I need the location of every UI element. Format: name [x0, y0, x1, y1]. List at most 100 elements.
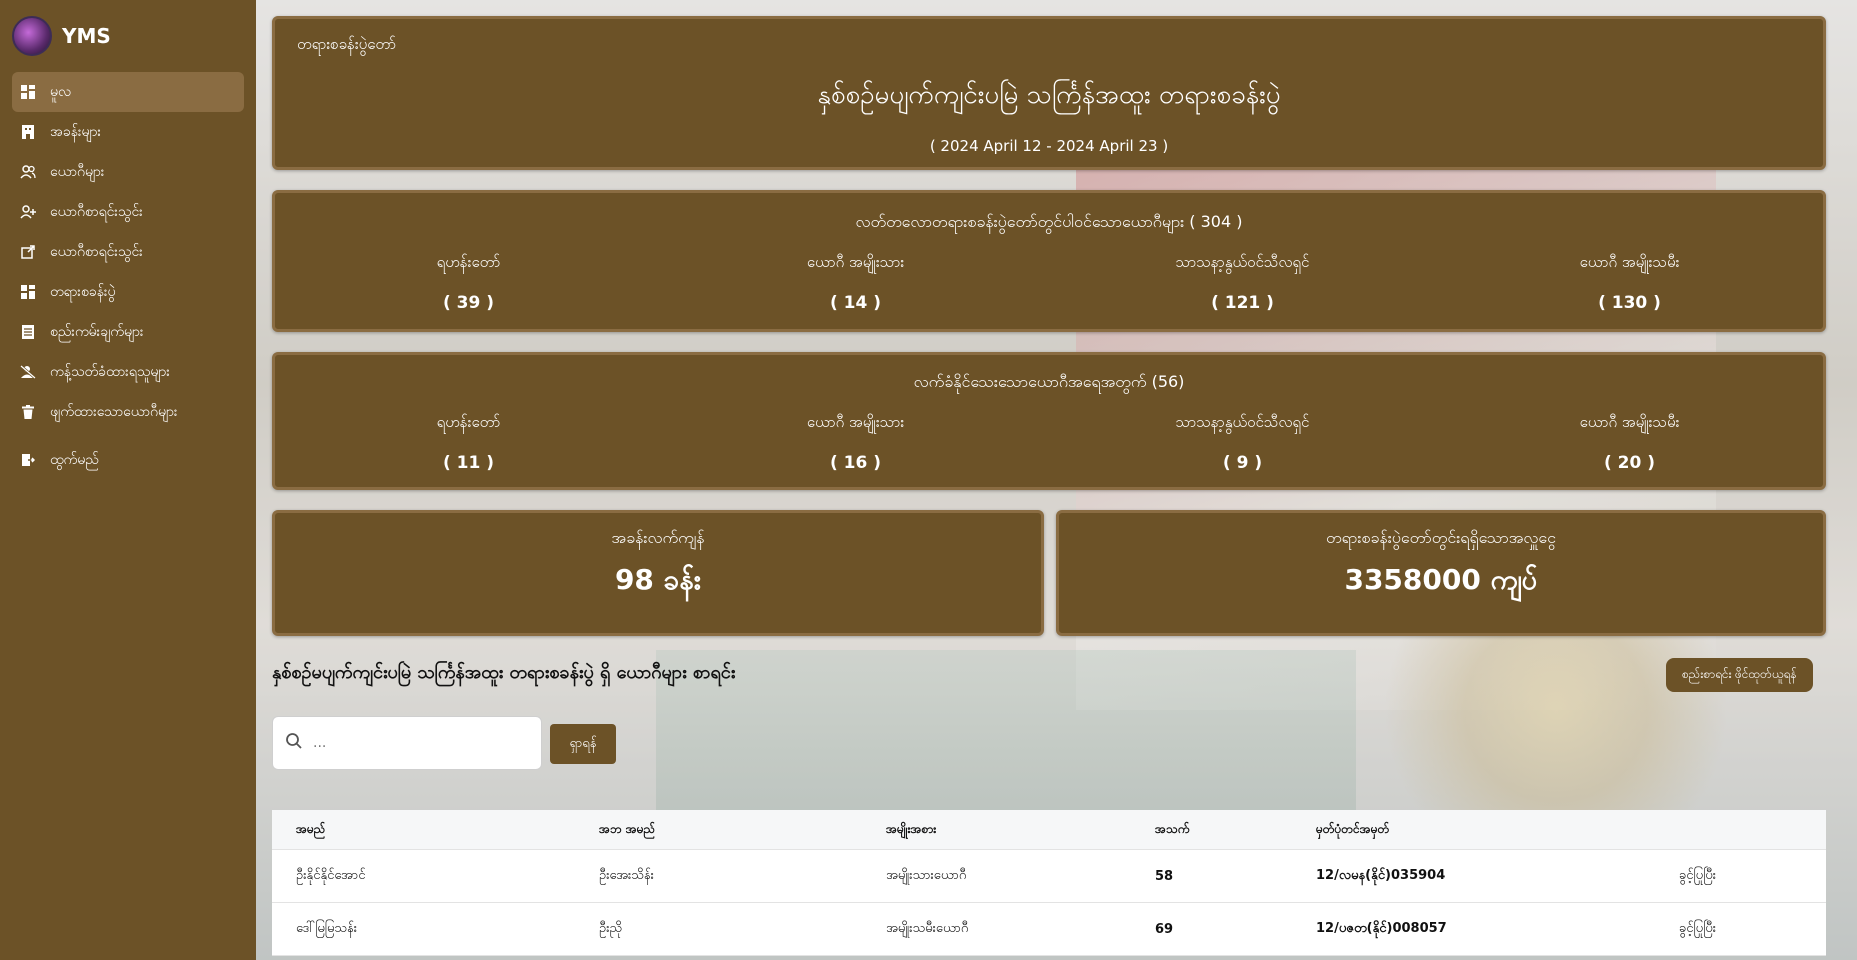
stat-value: ( 130 )	[1598, 293, 1661, 313]
sidebar-item-label: ဖျက်ထားသောယောဂီများ	[50, 403, 178, 420]
stat-value: ( 9 )	[1222, 453, 1263, 473]
available-heading: လက်ခံနိုင်သေးသောယောဂီအရေအတွက် (56)	[913, 372, 1185, 391]
sidebar-item-label: ယောဂီများ	[50, 163, 105, 180]
stat-nuns: သာသနာ့နွယ်ဝင်သီလရှင် ( 9 )	[1049, 413, 1436, 473]
event-title: နှစ်စဉ်မပျက်ကျင်းပမြဲ သင်္ကြန်အထူး တရားစ…	[817, 80, 1281, 110]
stat-monks: ရဟန်းတော် ( 11 )	[275, 413, 662, 473]
external-link-icon	[20, 244, 36, 260]
stat-label: သာသနာ့နွယ်ဝင်သီလရှင်	[1175, 413, 1310, 431]
sidebar-item-restricted[interactable]: ကန့်သတ်ခံထားရသူများ	[12, 352, 244, 392]
table-header: အမည် အဘ အမည် အမျိုးအစား အသက် မှတ်ပုံတင်အ…	[272, 810, 1826, 850]
cell-nrc: 12/ပဇတ(နိုင်)008057	[1316, 920, 1447, 936]
sidebar-item-home[interactable]: မူလ	[12, 72, 244, 112]
registered-stats-card: လတ်တလောတရားစခန်းပွဲတော်တွင်ပါဝင်သောယောဂီ…	[272, 190, 1826, 332]
rooms-remaining-value: 98 ခန်း	[614, 563, 702, 596]
column-header-father: အဘ အမည်	[599, 821, 656, 836]
cell-age: 69	[1155, 921, 1174, 937]
stat-label: ယောဂီ အမျိုးသမီး	[1579, 253, 1680, 271]
cell-name: ဒေါ်မြမြသန်း	[296, 920, 358, 936]
dashboard-icon	[20, 84, 36, 100]
sidebar-item-label: ယောဂီစာရင်းသွင်း	[50, 243, 143, 260]
stat-female-yogis: ယောဂီ အမျိုးသမီး ( 130 )	[1436, 253, 1823, 313]
cell-nrc: 12/လမန(နိုင်)035904	[1316, 867, 1446, 883]
stat-value: ( 20 )	[1603, 453, 1656, 473]
stat-label: ယောဂီ အမျိုးသား	[806, 413, 905, 431]
dashboard-icon	[20, 284, 36, 300]
column-header-nrc: မှတ်ပုံတင်အမှတ်	[1316, 821, 1390, 836]
block-user-icon	[20, 364, 36, 380]
stat-value: ( 39 )	[442, 293, 495, 313]
sidebar-item-label: တရားစခန်းပွဲ	[50, 283, 116, 300]
stat-nuns: သာသနာ့နွယ်ဝင်သီလရှင် ( 121 )	[1049, 253, 1436, 313]
room-icon	[20, 124, 36, 140]
event-date-range: ( 2024 April 12 - 2024 April 23 )	[929, 137, 1169, 155]
stat-female-yogis: ယောဂီ အမျိုးသမီး ( 20 )	[1436, 413, 1823, 473]
list-icon	[20, 324, 36, 340]
donation-value: 3358000 ကျပ်	[1344, 563, 1538, 596]
sidebar-item-label: ယောဂီစာရင်းသွင်း	[50, 203, 143, 220]
cell-type: အမျိုးသားယောဂီ	[886, 867, 967, 883]
stat-value: ( 121 )	[1211, 293, 1274, 313]
sidebar-item-register-external[interactable]: ယောဂီစာရင်းသွင်း	[12, 232, 244, 272]
donation-label: တရားစခန်းပွဲတော်တွင်းရရှိသောအလှူငွေ	[1326, 528, 1556, 547]
nav-divider	[12, 432, 244, 440]
search-icon	[285, 732, 303, 754]
rooms-remaining-label: အခန်းလက်ကျန်	[611, 528, 705, 547]
stat-value: ( 16 )	[829, 453, 882, 473]
trash-icon	[20, 404, 36, 420]
sidebar-item-label: ကန့်သတ်ခံထားရသူများ	[50, 363, 170, 380]
available-stats: ရဟန်းတော် ( 11 ) ယောဂီ အမျိုးသား ( 16 ) …	[275, 413, 1823, 473]
column-header-age: အသက်	[1155, 821, 1190, 836]
donation-card: တရားစခန်းပွဲတော်တွင်းရရှိသောအလှူငွေ 3358…	[1056, 510, 1826, 636]
cell-status: ခွင့်ပြုပြီး	[1678, 867, 1716, 883]
table-row[interactable]: ဒေါ်မြမြသန်း ဦးညို အမျိုးသမီးယောဂီ 69 12…	[272, 903, 1826, 956]
cell-age: 58	[1155, 868, 1174, 884]
sidebar-item-retreats[interactable]: တရားစခန်းပွဲ	[12, 272, 244, 312]
sidebar-item-register[interactable]: ယောဂီစာရင်းသွင်း	[12, 192, 244, 232]
stat-value: ( 11 )	[442, 453, 495, 473]
avatar	[12, 16, 52, 56]
stat-label: ရဟန်းတော်	[436, 253, 501, 271]
event-caption: တရားစခန်းပွဲတော်	[297, 35, 397, 53]
sidebar-item-rooms[interactable]: အခန်းများ	[12, 112, 244, 152]
stat-label: ရဟန်းတော်	[436, 413, 501, 431]
sidebar-item-label: မူလ	[50, 83, 72, 100]
sidebar-item-rules[interactable]: စည်းကမ်းချက်များ	[12, 312, 244, 352]
cell-status: ခွင့်ပြုပြီး	[1678, 920, 1716, 936]
sidebar: YMS မူလ အခန်းများ ယောဂီများ ယောဂီစာရင်းသ…	[0, 0, 256, 960]
users-icon	[20, 164, 36, 180]
sidebar-nav: မူလ အခန်းများ ယောဂီများ ယောဂီစာရင်းသွင်း…	[0, 72, 256, 480]
cell-father: ဦးအေးသိန်း	[599, 867, 654, 883]
table-row[interactable]: ဦးနိုင်နိုင်အောင် ဦးအေးသိန်း အမျိုးသားယေ…	[272, 850, 1826, 903]
sidebar-item-label: အခန်းများ	[50, 123, 102, 140]
brand: YMS	[0, 0, 256, 72]
stat-value: ( 14 )	[829, 293, 882, 313]
yogi-list-title: နှစ်စဉ်မပျက်ကျင်းပမြဲ သင်္ကြန်အထူး တရားစ…	[272, 662, 736, 683]
brand-name: YMS	[62, 24, 111, 48]
search-box	[272, 716, 542, 770]
search-input[interactable]	[313, 735, 513, 751]
registered-stats: ရဟန်းတော် ( 39 ) ယောဂီ အမျိုးသား ( 14 ) …	[275, 253, 1823, 313]
stat-monks: ရဟန်းတော် ( 39 )	[275, 253, 662, 313]
available-stats-card: လက်ခံနိုင်သေးသောယောဂီအရေအတွက် (56) ရဟန်း…	[272, 352, 1826, 490]
registered-heading: လတ်တလောတရားစခန်းပွဲတော်တွင်ပါဝင်သောယောဂီ…	[855, 212, 1243, 231]
sidebar-item-yogis[interactable]: ယောဂီများ	[12, 152, 244, 192]
cell-father: ဦးညို	[599, 920, 623, 936]
export-button[interactable]: စည်းစာရင်း ဖိုင်ထုတ်ယူရန်	[1666, 658, 1813, 692]
logout-icon	[20, 452, 36, 468]
cell-type: အမျိုးသမီးယောဂီ	[886, 920, 969, 936]
sidebar-item-label: စည်းကမ်းချက်များ	[50, 323, 144, 340]
cell-name: ဦးနိုင်နိုင်အောင်	[296, 867, 366, 883]
column-header-name: အမည်	[296, 821, 326, 836]
rooms-remaining-card: အခန်းလက်ကျန် 98 ခန်း	[272, 510, 1044, 636]
search-button[interactable]: ရှာရန်	[550, 724, 616, 764]
add-user-icon	[20, 204, 36, 220]
sidebar-item-label: ထွက်မည်	[50, 451, 99, 468]
sidebar-item-logout[interactable]: ထွက်မည်	[12, 440, 244, 480]
sidebar-item-deleted[interactable]: ဖျက်ထားသောယောဂီများ	[12, 392, 244, 432]
stat-label: ယောဂီ အမျိုးသမီး	[1579, 413, 1680, 431]
stat-label: သာသနာ့နွယ်ဝင်သီလရှင်	[1175, 253, 1310, 271]
stat-male-yogis: ယောဂီ အမျိုးသား ( 14 )	[662, 253, 1049, 313]
yogi-table: အမည် အဘ အမည် အမျိုးအစား အသက် မှတ်ပုံတင်အ…	[272, 810, 1826, 956]
stat-label: ယောဂီ အမျိုးသား	[806, 253, 905, 271]
